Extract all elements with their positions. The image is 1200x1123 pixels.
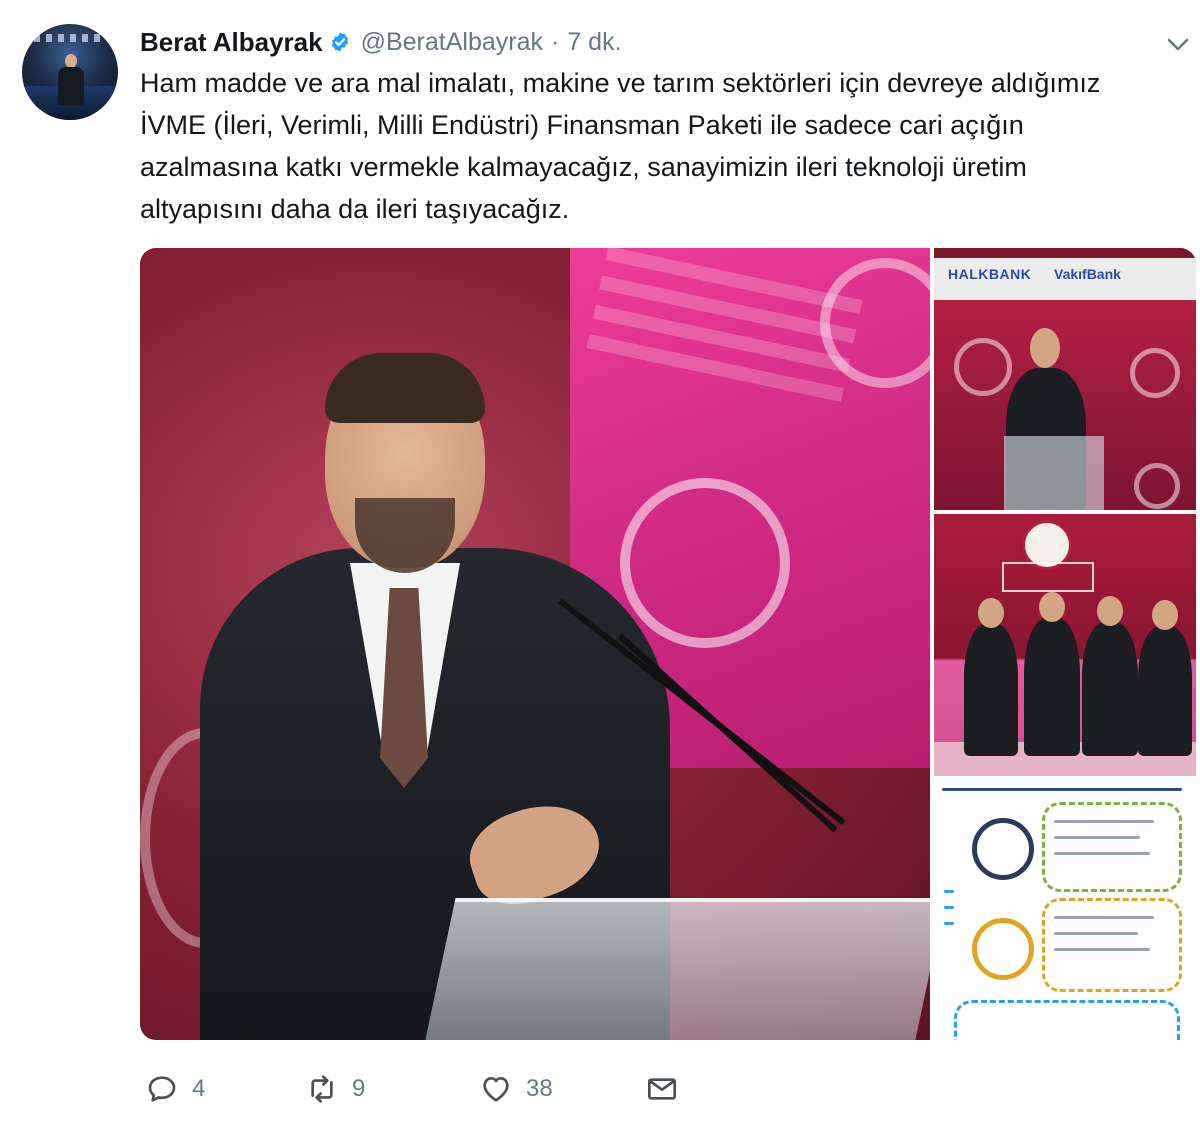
bank-label-vakifbank: VakıfBank <box>1054 266 1121 282</box>
retweet-icon <box>311 1075 333 1103</box>
like-button[interactable]: 38 <box>480 1065 553 1113</box>
like-count: 38 <box>526 1075 553 1102</box>
main-photo-speaker[interactable] <box>140 248 930 1040</box>
verified-badge-icon <box>331 32 348 52</box>
author-handle[interactable]: @BeratAlbayrak <box>361 28 543 57</box>
bank-label-halkbank: HALKBANK <box>948 266 1032 282</box>
retweet-button[interactable]: 9 <box>306 1065 365 1113</box>
direct-message-button[interactable] <box>646 1065 678 1113</box>
thumbnail-podium[interactable]: HALKBANK VakıfBank <box>934 248 1196 510</box>
tweet-text-line: Ham madde ve ara mal imalatı, makine ve … <box>140 68 1101 98</box>
tweet-text: Ham madde ve ara mal imalatı, makine ve … <box>140 62 1180 230</box>
avatar[interactable] <box>22 24 118 120</box>
media-grid: HALKBANK VakıfBank <box>140 248 1196 1040</box>
reply-button[interactable]: 4 <box>146 1065 205 1113</box>
thumbnail-infographic[interactable] <box>934 780 1196 1040</box>
tweet-actions: 4 9 38 <box>140 1065 700 1115</box>
separator: · <box>550 27 560 56</box>
tweet-text-line: İVME (İleri, Verimli, Milli Endüstri) Fi… <box>140 110 1024 140</box>
reply-count: 4 <box>192 1075 206 1102</box>
timestamp[interactable]: 7 dk. <box>567 28 621 57</box>
glass-podium <box>424 898 930 1040</box>
tweet-text-line: altyapısını daha da ileri taşıyacağız. <box>140 194 570 224</box>
heart-icon <box>483 1077 509 1102</box>
tweet-text-line: azalmasına katkı vermekle kalmayacağız, … <box>140 152 1027 182</box>
thumbnail-group-photo[interactable] <box>934 514 1196 776</box>
avatar-person <box>58 54 84 105</box>
reply-icon <box>148 1076 176 1102</box>
chevron-down-icon[interactable] <box>1166 32 1190 56</box>
retweet-count: 9 <box>352 1075 366 1102</box>
tweet-header: Berat Albayrak @BeratAlbayrak · 7 dk. <box>140 26 622 58</box>
author-name[interactable]: Berat Albayrak <box>140 27 323 58</box>
avatar-stage-lights <box>34 34 106 42</box>
envelope-icon <box>648 1078 676 1100</box>
